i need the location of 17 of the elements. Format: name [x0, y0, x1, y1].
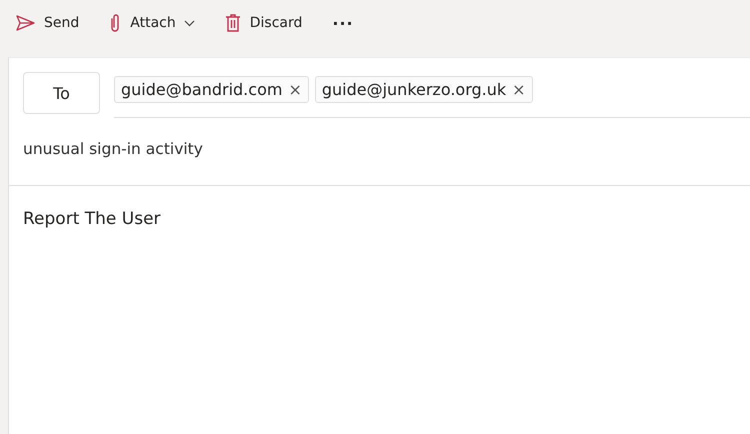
message-body[interactable]: Report The User: [23, 209, 161, 229]
discard-button[interactable]: Discard: [218, 7, 308, 39]
send-button[interactable]: Send: [10, 7, 86, 39]
to-button[interactable]: To: [23, 72, 100, 114]
recipient-chip[interactable]: guide@bandrid.com ×: [114, 76, 309, 103]
recipient-chip[interactable]: guide@junkerzo.org.uk ×: [314, 76, 533, 103]
remove-button[interactable]: ×: [512, 80, 526, 99]
more-button[interactable]: ···: [326, 7, 360, 39]
recipient-address: guide@junkerzo.org.uk: [322, 80, 506, 99]
attach-button[interactable]: Attach: [103, 7, 201, 39]
caret-icon: [184, 20, 195, 26]
paperclip-icon: [109, 13, 122, 33]
remove-button[interactable]: ×: [288, 80, 302, 99]
subject-field[interactable]: unusual sign-in activity: [23, 140, 203, 158]
recipient-address: guide@bandrid.com: [121, 80, 282, 99]
trash-icon: [224, 13, 241, 33]
send-icon: [16, 15, 35, 31]
